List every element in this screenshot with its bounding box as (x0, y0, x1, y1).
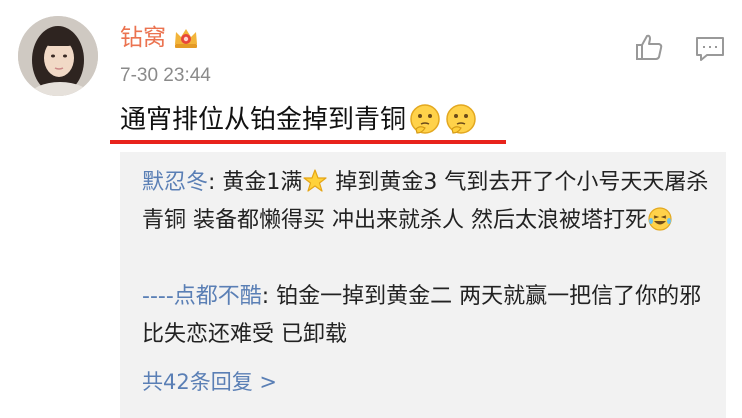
reply-separator: : (208, 170, 223, 195)
star-emoji-icon (302, 168, 328, 194)
crown-badge-icon (172, 24, 200, 52)
username-text[interactable]: 钻窝 (120, 22, 166, 54)
comment-body: 通宵排位从铂金掉到青铜 (120, 105, 407, 135)
highlight-underline (110, 140, 506, 144)
comment-text: 通宵排位从铂金掉到青铜 (120, 100, 478, 140)
more-replies-link[interactable]: 共42条回复 > (142, 366, 277, 398)
username[interactable]: 钻窝 (120, 22, 200, 54)
laughing-tears-emoji-icon (647, 206, 673, 232)
avatar[interactable] (18, 16, 98, 96)
reply-item: 默忍冬: 黄金1满 掉到黄金3 气到去开了个小号天天屠杀青铜 装备都懒得买 冲出… (142, 164, 712, 240)
reply-author[interactable]: 默忍冬 (142, 170, 208, 195)
thumbs-up-icon (636, 34, 663, 60)
thinking-face-icon (444, 103, 478, 137)
reply-author[interactable]: ----点都不酷 (142, 284, 262, 309)
reply-button[interactable] (695, 36, 725, 62)
like-button[interactable] (634, 32, 664, 62)
reply-item: ----点都不酷: 铂金一掉到黄金二 两天就赢一把信了你的邪 比失恋还难受 已卸… (142, 278, 712, 354)
thinking-face-icon (408, 103, 442, 137)
comment-bubble-icon (696, 37, 724, 61)
reply-separator: : (261, 284, 277, 309)
reply-text: 黄金1满 (222, 170, 303, 195)
timestamp: 7-30 23:44 (120, 65, 211, 86)
replies-box: 默忍冬: 黄金1满 掉到黄金3 气到去开了个小号天天屠杀青铜 装备都懒得买 冲出… (120, 152, 726, 418)
weibo-comment: 钻窝 7-30 23:44 通宵排位从铂金掉到青铜 默忍冬: 黄金1满 掉到黄金… (0, 0, 742, 418)
